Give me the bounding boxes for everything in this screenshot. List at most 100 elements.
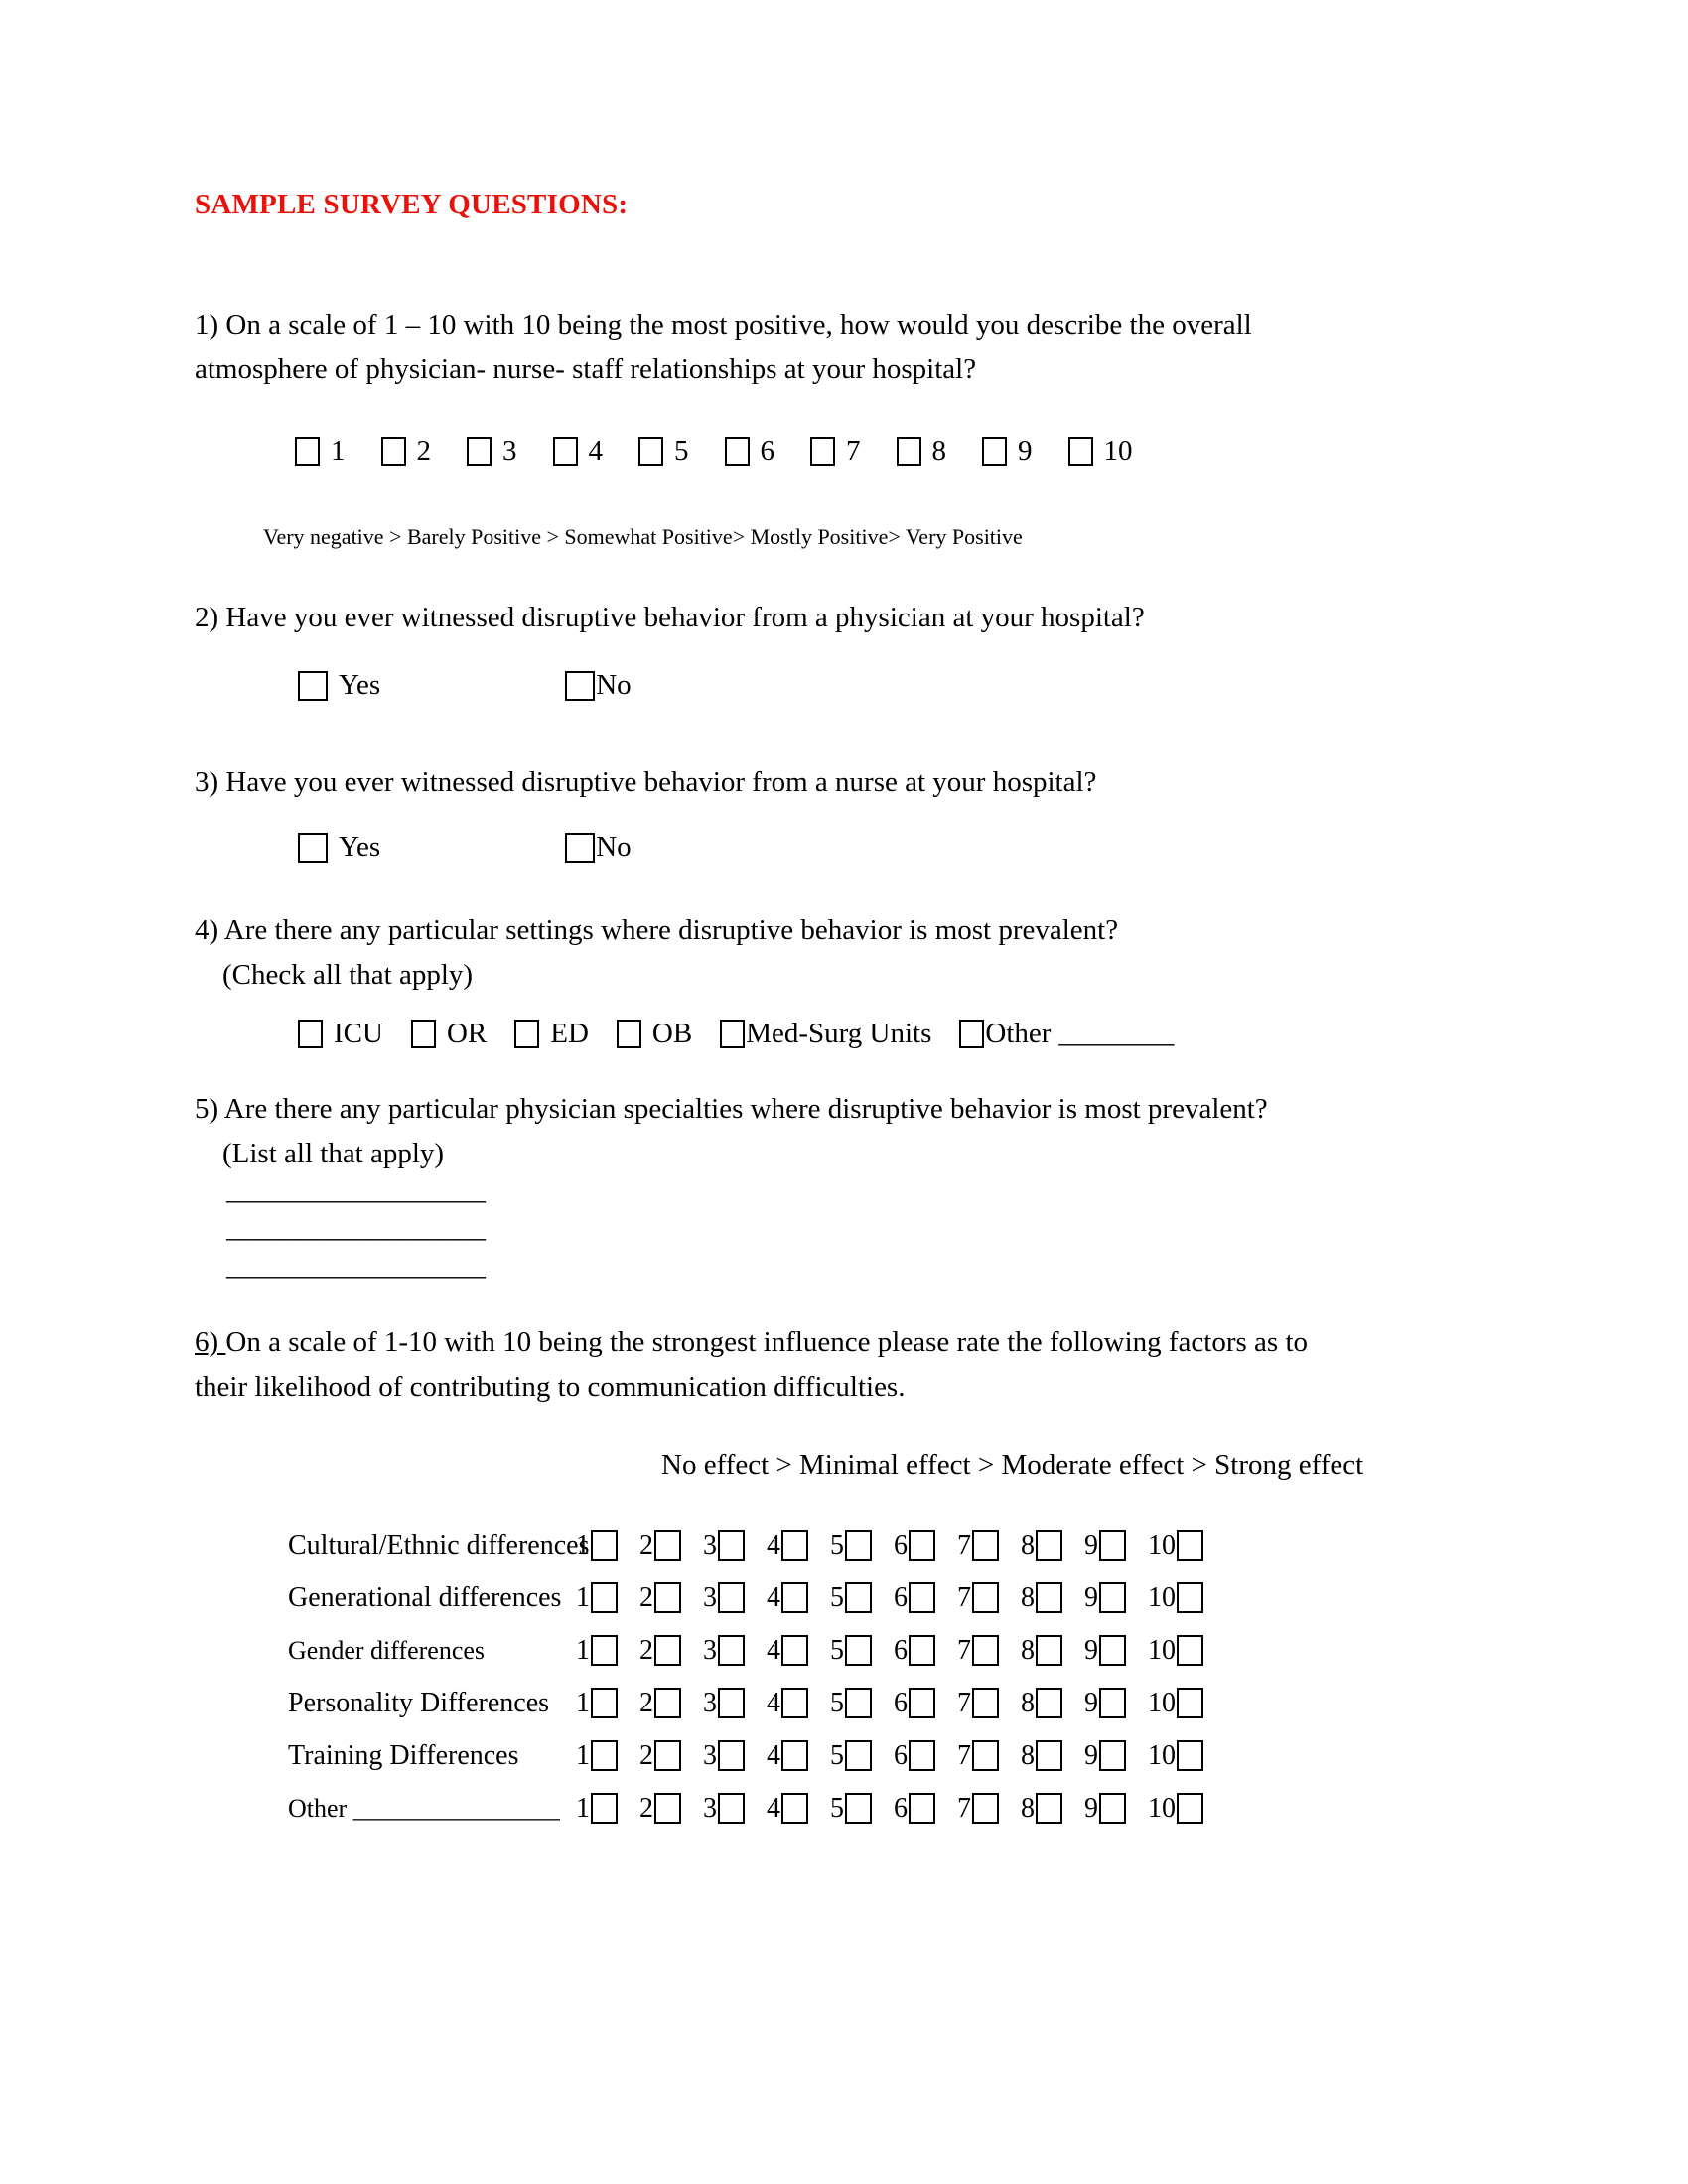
option-ob[interactable]: OB: [616, 1018, 692, 1050]
rating-cell-9[interactable]: 9: [1084, 1793, 1148, 1825]
rating-cell-2[interactable]: 2: [639, 1582, 703, 1614]
checkbox-icon[interactable]: [972, 1530, 999, 1561]
checkbox-icon[interactable]: [1177, 1530, 1203, 1561]
checkbox-icon[interactable]: [654, 1635, 681, 1666]
option-4[interactable]: 4: [552, 435, 603, 468]
option-icu[interactable]: ICU: [298, 1018, 383, 1050]
rating-cell-4[interactable]: 4: [767, 1793, 830, 1825]
rating-cell-10[interactable]: 10: [1148, 1688, 1211, 1719]
checkbox-icon[interactable]: [638, 437, 663, 466]
checkbox-icon[interactable]: [565, 832, 596, 863]
checkbox-icon[interactable]: [1177, 1793, 1203, 1824]
option-2[interactable]: 2: [380, 435, 431, 468]
rating-cell-7[interactable]: 7: [957, 1740, 1021, 1772]
row-label-other[interactable]: Other ________________: [288, 1794, 576, 1824]
rating-cell-5[interactable]: 5: [830, 1582, 894, 1614]
checkbox-icon[interactable]: [896, 437, 921, 466]
checkbox-icon[interactable]: [972, 1793, 999, 1824]
checkbox-icon[interactable]: [718, 1530, 745, 1561]
checkbox-icon[interactable]: [781, 1793, 808, 1824]
other-blank-line[interactable]: ________: [1058, 1018, 1174, 1050]
checkbox-icon[interactable]: [845, 1530, 872, 1561]
checkbox-icon[interactable]: [781, 1635, 808, 1666]
checkbox-icon[interactable]: [845, 1740, 872, 1771]
checkbox-icon[interactable]: [467, 437, 492, 466]
checkbox-icon[interactable]: [1177, 1740, 1203, 1771]
checkbox-icon[interactable]: [552, 437, 578, 466]
checkbox-icon[interactable]: [972, 1688, 999, 1718]
option-7[interactable]: 7: [810, 435, 861, 468]
rating-cell-2[interactable]: 2: [639, 1793, 703, 1825]
rating-cell-6[interactable]: 6: [894, 1740, 957, 1772]
rating-cell-10[interactable]: 10: [1148, 1740, 1211, 1772]
option-med-surg-units[interactable]: Med-Surg Units: [720, 1018, 931, 1050]
checkbox-icon[interactable]: [591, 1635, 618, 1666]
checkbox-icon[interactable]: [718, 1582, 745, 1613]
checkbox-icon[interactable]: [909, 1530, 935, 1561]
checkbox-icon[interactable]: [781, 1688, 808, 1718]
checkbox-icon[interactable]: [718, 1635, 745, 1666]
checkbox-icon[interactable]: [298, 670, 328, 701]
rating-cell-6[interactable]: 6: [894, 1793, 957, 1825]
checkbox-icon[interactable]: [591, 1530, 618, 1561]
rating-cell-6[interactable]: 6: [894, 1530, 957, 1562]
option-8[interactable]: 8: [896, 435, 946, 468]
checkbox-icon[interactable]: [972, 1740, 999, 1771]
option-3[interactable]: 3: [467, 435, 517, 468]
answer-line-3[interactable]: __________________: [226, 1247, 486, 1285]
rating-cell-2[interactable]: 2: [639, 1635, 703, 1667]
rating-cell-4[interactable]: 4: [767, 1740, 830, 1772]
checkbox-icon[interactable]: [1036, 1688, 1062, 1718]
rating-cell-4[interactable]: 4: [767, 1635, 830, 1667]
rating-cell-5[interactable]: 5: [830, 1635, 894, 1667]
rating-cell-4[interactable]: 4: [767, 1688, 830, 1719]
rating-cell-10[interactable]: 10: [1148, 1530, 1211, 1562]
rating-cell-5[interactable]: 5: [830, 1793, 894, 1825]
checkbox-icon[interactable]: [295, 437, 320, 466]
checkbox-icon[interactable]: [1099, 1740, 1126, 1771]
rating-cell-9[interactable]: 9: [1084, 1688, 1148, 1719]
rating-cell-8[interactable]: 8: [1021, 1740, 1084, 1772]
rating-cell-7[interactable]: 7: [957, 1582, 1021, 1614]
rating-cell-4[interactable]: 4: [767, 1530, 830, 1562]
rating-cell-6[interactable]: 6: [894, 1635, 957, 1667]
option-ed[interactable]: ED: [514, 1018, 589, 1050]
checkbox-icon[interactable]: [654, 1582, 681, 1613]
rating-cell-3[interactable]: 3: [703, 1740, 767, 1772]
option-no[interactable]: No: [565, 831, 632, 864]
checkbox-icon[interactable]: [298, 832, 328, 863]
checkbox-icon[interactable]: [1177, 1635, 1203, 1666]
option-10[interactable]: 10: [1067, 435, 1133, 468]
checkbox-icon[interactable]: [380, 437, 406, 466]
checkbox-icon[interactable]: [1177, 1582, 1203, 1613]
rating-cell-1[interactable]: 1: [576, 1793, 639, 1825]
option-6[interactable]: 6: [724, 435, 774, 468]
rating-cell-9[interactable]: 9: [1084, 1582, 1148, 1614]
checkbox-icon[interactable]: [1099, 1530, 1126, 1561]
checkbox-icon[interactable]: [410, 1020, 436, 1048]
checkbox-icon[interactable]: [718, 1793, 745, 1824]
rating-cell-3[interactable]: 3: [703, 1688, 767, 1719]
checkbox-icon[interactable]: [982, 437, 1007, 466]
checkbox-icon[interactable]: [781, 1740, 808, 1771]
checkbox-icon[interactable]: [1099, 1635, 1126, 1666]
rating-cell-1[interactable]: 1: [576, 1582, 639, 1614]
option-5[interactable]: 5: [638, 435, 689, 468]
option-yes[interactable]: Yes: [298, 669, 380, 702]
checkbox-icon[interactable]: [718, 1688, 745, 1718]
rating-cell-5[interactable]: 5: [830, 1688, 894, 1719]
checkbox-icon[interactable]: [591, 1688, 618, 1718]
option-no[interactable]: No: [565, 669, 632, 702]
checkbox-icon[interactable]: [1036, 1530, 1062, 1561]
checkbox-icon[interactable]: [845, 1635, 872, 1666]
checkbox-icon[interactable]: [1099, 1582, 1126, 1613]
checkbox-icon[interactable]: [909, 1635, 935, 1666]
checkbox-icon[interactable]: [1036, 1740, 1062, 1771]
checkbox-icon[interactable]: [616, 1020, 641, 1048]
checkbox-icon[interactable]: [1177, 1688, 1203, 1718]
checkbox-icon[interactable]: [909, 1740, 935, 1771]
rating-cell-8[interactable]: 8: [1021, 1793, 1084, 1825]
rating-cell-1[interactable]: 1: [576, 1530, 639, 1562]
rating-cell-5[interactable]: 5: [830, 1530, 894, 1562]
rating-cell-6[interactable]: 6: [894, 1582, 957, 1614]
